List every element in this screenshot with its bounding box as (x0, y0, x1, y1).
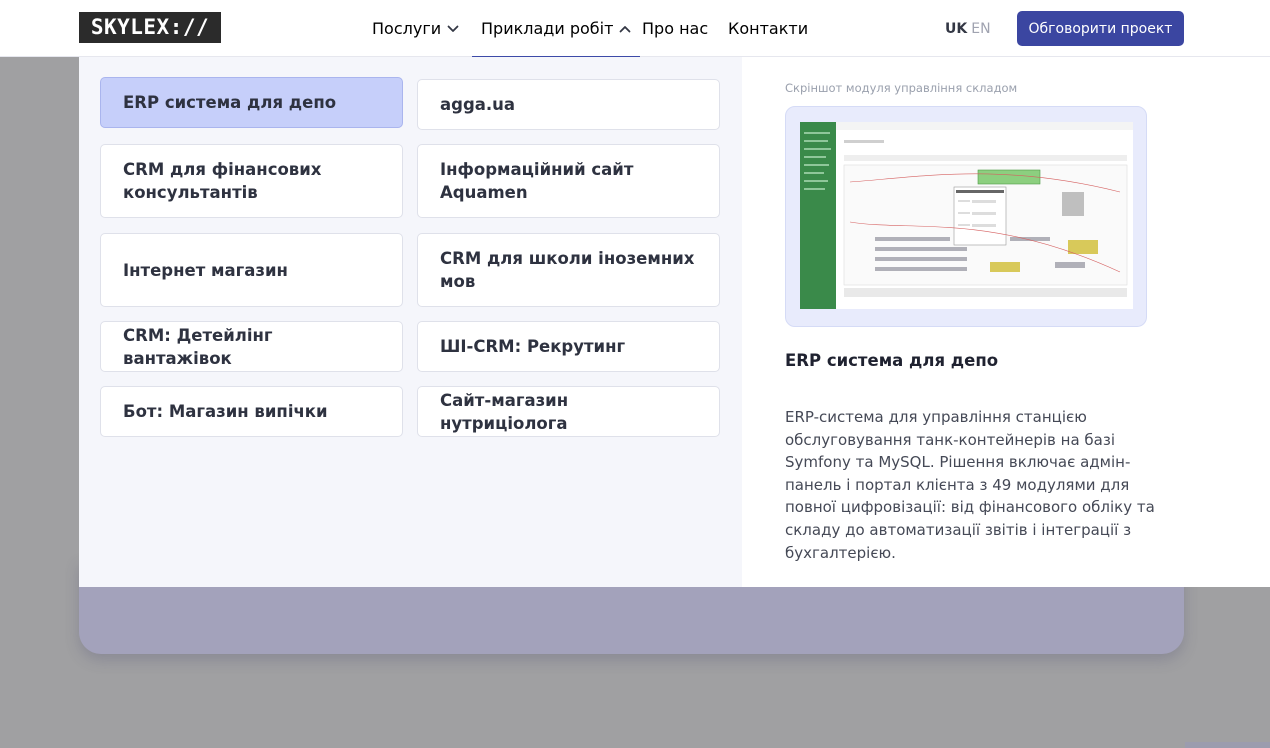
project-item-nutritionist-shop[interactable]: Сайт-магазин нутриціолога (417, 386, 720, 437)
nav-contacts-label: Контакти (728, 19, 809, 38)
warehouse-module-screenshot (800, 122, 1133, 309)
project-item-aquamen[interactable]: Інформаційний сайт Aquamen (417, 144, 720, 218)
language-switcher: UK EN (945, 0, 991, 57)
preview-description: ERP-система для управління станцією обсл… (785, 408, 1155, 562)
nav-services[interactable]: Послуги (372, 0, 459, 57)
lang-uk[interactable]: UK (945, 21, 967, 37)
project-preview: Скріншот модуля управління складом ERP с… (742, 57, 1270, 587)
discuss-project-button[interactable]: Обговорити проект (1017, 11, 1184, 46)
site-header: SKYLEX:// Послуги Приклади робіт Про нас… (0, 0, 1270, 58)
lang-en[interactable]: EN (971, 21, 990, 37)
project-item-erp-depot[interactable]: ERP система для депо (100, 77, 403, 128)
nav-about[interactable]: Про нас (642, 0, 708, 57)
nav-portfolio-label: Приклади робіт (481, 19, 614, 38)
nav-services-label: Послуги (372, 19, 442, 38)
chevron-down-icon (447, 25, 459, 32)
project-item-online-store[interactable]: Інтернет магазин (100, 233, 403, 307)
nav-contacts[interactable]: Контакти (728, 0, 808, 57)
nav-about-label: Про нас (642, 19, 709, 38)
project-list: ERP система для депо agga.ua CRM для фін… (79, 57, 742, 587)
project-item-agga[interactable]: agga.ua (417, 79, 720, 130)
preview-title: ERP система для депо (785, 351, 999, 370)
project-item-crm-finance[interactable]: CRM для фінансових консультантів (100, 144, 403, 218)
project-item-bakery-bot[interactable]: Бот: Магазин випічки (100, 386, 403, 437)
project-item-crm-truck-detailing[interactable]: CRM: Детейлінг вантажівок (100, 321, 403, 372)
nav-portfolio[interactable]: Приклади робіт (472, 0, 641, 58)
background-page-edge (1185, 742, 1270, 748)
project-item-crm-language-school[interactable]: CRM для школи іноземних мов (417, 233, 720, 307)
preview-caption: Скріншот модуля управління складом (785, 81, 1018, 95)
portfolio-dropdown: ERP система для депо agga.ua CRM для фін… (79, 57, 1270, 587)
chevron-up-icon (620, 25, 631, 32)
preview-image-frame (785, 106, 1147, 327)
project-item-ai-crm-recruiting[interactable]: ШІ-CRM: Рекрутинг (417, 321, 720, 372)
logo[interactable]: SKYLEX:// (79, 12, 221, 43)
